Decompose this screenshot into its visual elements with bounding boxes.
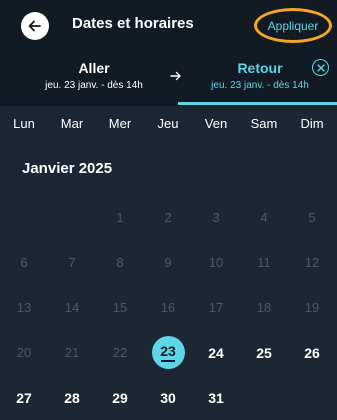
calendar-day-disabled: 8 [116,255,124,270]
calendar-day[interactable]: 28 [48,375,96,420]
calendar-day-disabled: 16 [160,300,176,315]
calendar-day-disabled: 2 [164,210,172,225]
calendar-day[interactable]: 29 [96,375,144,420]
weekday-header: Lun Mar Mer Jeu Ven Sam Dim [0,116,337,136]
calendar-day-disabled: 19 [304,300,320,315]
calendar-day[interactable]: 31 [192,375,240,420]
selected-day-circle: 23 [151,336,185,369]
weekday-label: Dim [300,116,324,131]
calendar-day-disabled: 12 [304,255,320,270]
weekday-label: Jeu [157,116,179,131]
calendar-day-disabled: 3 [212,210,220,225]
calendar-day-disabled: 15 [112,300,128,315]
weekday-label: Mar [60,116,84,131]
calendar-day-disabled: 18 [256,300,272,315]
calendar-day[interactable]: 27 [0,375,48,420]
calendar-empty-cell [48,195,96,240]
today-underline [161,360,175,362]
calendar-day-disabled: 7 [68,255,76,270]
calendar-day-disabled: 4 [260,210,268,225]
calendar-day-disabled: 21 [64,345,80,360]
apply-button[interactable]: Appliquer [254,8,332,43]
calendar-week: 27 28 29 30 31 [0,375,337,420]
calendar-day-disabled: 10 [208,255,224,270]
calendar-day[interactable]: 30 [144,375,192,420]
outbound-tab[interactable]: Aller jeu. 23 janv. - dès 14h [28,60,160,91]
return-tab-indicator [178,102,337,105]
calendar-empty-cell [288,375,336,420]
calendar-week: 6 7 8 9 10 11 12 [0,240,337,285]
calendar-empty-cell [0,195,48,240]
weekday-label: Ven [204,116,228,131]
clear-return-button[interactable] [312,59,329,76]
apply-button-label: Appliquer [267,18,319,33]
weekday-label: Sam [250,116,278,131]
calendar-day-disabled: 11 [257,255,271,270]
calendar-day[interactable]: 25 [240,330,288,375]
calendar-day-disabled: 20 [16,345,32,360]
return-label: Retour [237,60,283,76]
calendar-day-disabled: 5 [308,210,316,225]
close-icon [316,63,325,72]
top-bar: Dates et horaires Appliquer [0,0,337,50]
calendar-day[interactable]: 24 [192,330,240,375]
selected-day-number: 23 [160,343,176,359]
outbound-date: jeu. 23 janv. - dès 14h [45,80,143,91]
arrow-left-icon [28,20,41,32]
calendar-week: 1 2 3 4 5 [0,195,337,240]
calendar-week: 13 14 15 16 17 18 19 [0,285,337,330]
outbound-label: Aller [78,60,110,76]
calendar-day-selected[interactable]: 23 [144,330,192,375]
weekday-label: Lun [13,116,35,131]
calendar-day-disabled: 13 [16,300,32,315]
page-title: Dates et horaires [72,15,194,32]
trip-selector: Aller jeu. 23 janv. - dès 14h Retour jeu… [0,50,337,106]
back-button[interactable] [21,12,49,40]
calendar-day-disabled: 1 [116,210,124,225]
return-tab[interactable]: Retour jeu. 23 janv. - dès 14h [190,60,330,91]
calendar-day-disabled: 17 [208,300,224,315]
calendar-grid: 1 2 3 4 5 6 7 8 9 10 11 12 13 14 15 16 17 18 19 20 21 22 23 24 2… [0,195,337,420]
calendar-day-disabled: 14 [64,300,80,315]
month-label: Janvier 2025 [22,160,113,177]
calendar-day-disabled: 6 [20,255,28,270]
weekday-label: Mer [108,116,132,131]
calendar-empty-cell [240,375,288,420]
arrow-right-icon [170,71,181,81]
calendar-day-disabled: 22 [112,345,128,360]
calendar-day[interactable]: 26 [288,330,336,375]
return-date: jeu. 23 janv. - dès 14h [211,80,309,91]
calendar-week: 20 21 22 23 24 25 26 [0,330,337,375]
calendar-day-disabled: 9 [164,255,172,270]
